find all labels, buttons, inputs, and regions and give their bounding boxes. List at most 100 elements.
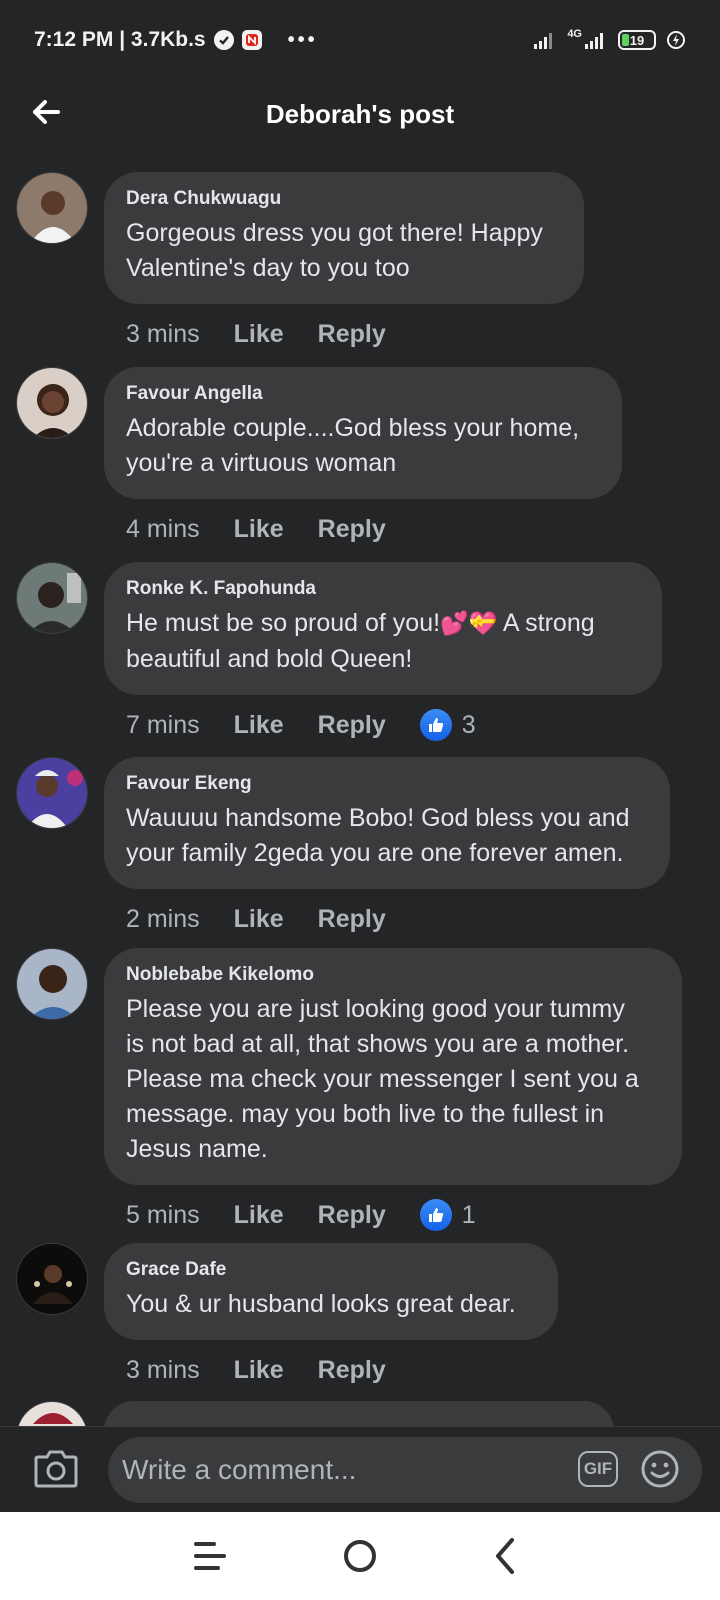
like-button[interactable]: Like bbox=[234, 320, 284, 349]
comment-body: Noblebabe Kikelomo Please you are just l… bbox=[104, 948, 682, 1243]
camera-button[interactable] bbox=[34, 1447, 78, 1489]
like-button[interactable]: Like bbox=[234, 905, 284, 934]
avatar[interactable] bbox=[16, 562, 88, 634]
comment-time[interactable]: 3 mins bbox=[126, 320, 200, 349]
comment-author[interactable]: Grace Dafe bbox=[126, 1259, 536, 1281]
camera-icon bbox=[34, 1450, 78, 1488]
signal-icon-2 bbox=[585, 33, 603, 49]
heart-emoji-icon: 💕💝 bbox=[440, 611, 498, 637]
comment-body: Favour Angella Adorable couple....God bl… bbox=[104, 367, 622, 562]
comment-bubble[interactable]: Grace Dafe You & ur husband looks great … bbox=[104, 1243, 558, 1340]
comment-author[interactable]: Noblebabe Kikelomo bbox=[126, 964, 660, 986]
reply-button[interactable]: Reply bbox=[318, 515, 386, 544]
comment-meta: 3 mins Like Reply bbox=[104, 304, 584, 364]
like-button[interactable]: Like bbox=[234, 1201, 284, 1230]
charging-icon bbox=[667, 31, 685, 49]
comment-bubble[interactable]: Noblebabe Kikelomo Please you are just l… bbox=[104, 948, 682, 1185]
like-button[interactable]: Like bbox=[234, 1356, 284, 1385]
home-button[interactable] bbox=[338, 1534, 382, 1578]
comment-bubble[interactable]: Favour Ekeng Wauuuu handsome Bobo! God b… bbox=[104, 757, 670, 889]
comment-time[interactable]: 5 mins bbox=[126, 1201, 200, 1230]
back-button[interactable] bbox=[22, 88, 70, 136]
menu-lines-icon bbox=[194, 1542, 226, 1570]
comment-author[interactable]: Favour Angella bbox=[126, 383, 600, 405]
status-right: 4G 19 bbox=[533, 28, 686, 50]
reaction-summary[interactable]: 3 bbox=[419, 709, 476, 741]
comment-text: He must be so proud of you!💕💝 A strong b… bbox=[126, 606, 640, 677]
avatar[interactable] bbox=[16, 757, 88, 829]
verified-check-icon bbox=[213, 30, 234, 50]
comment-item: Favour Ekeng Wauuuu handsome Bobo! God b… bbox=[0, 757, 720, 948]
comment-time[interactable]: 4 mins bbox=[126, 515, 200, 544]
comment-text-line: Wauuuu handsome Bobo! God bless you and bbox=[126, 804, 630, 832]
status-bar: 7:12 PM | 3.7Kb.s ••• 4G 19 bbox=[0, 0, 720, 80]
status-time: 7:12 PM | 3.7Kb.s bbox=[34, 28, 206, 51]
avatar[interactable] bbox=[16, 948, 88, 1020]
nav-back-button[interactable] bbox=[484, 1534, 528, 1578]
comment-text-line: message. may you both live to the fulles… bbox=[126, 1100, 605, 1128]
comment-meta: 7 mins Like Reply 3 bbox=[104, 695, 662, 755]
comment-body: Favour Ekeng Wauuuu handsome Bobo! God b… bbox=[104, 757, 670, 948]
avatar[interactable] bbox=[16, 1243, 88, 1315]
thumbs-up-icon bbox=[419, 709, 452, 741]
reply-button[interactable]: Reply bbox=[318, 1201, 386, 1230]
comment-text-line: you're a virtuous woman bbox=[126, 449, 397, 477]
comment-bubble[interactable]: Favour Angella Adorable couple....God bl… bbox=[104, 367, 622, 499]
chevron-left-icon bbox=[496, 1538, 514, 1574]
comment-item: Favour Angella Adorable couple....God bl… bbox=[0, 367, 720, 562]
comment-author[interactable]: Ronke K. Fapohunda bbox=[126, 578, 640, 600]
comment-item: Ronke K. Fapohunda He must be so proud o… bbox=[0, 562, 720, 757]
comment-text-line: is not bad at all, that shows you are a … bbox=[126, 1030, 630, 1058]
comment-text: Please you are just looking good your tu… bbox=[126, 992, 660, 1167]
comment-meta: 2 mins Like Reply bbox=[104, 889, 670, 949]
page-title: Deborah's post bbox=[265, 98, 455, 129]
comment-item: Dera Chukwuagu Gorgeous dress you got th… bbox=[0, 172, 720, 367]
comment-bubble[interactable]: Ronke K. Fapohunda He must be so proud o… bbox=[104, 562, 662, 695]
comment-text-line: your family 2geda you are one forever am… bbox=[126, 839, 624, 867]
system-nav-bar bbox=[0, 1512, 720, 1600]
gif-button[interactable]: GIF bbox=[578, 1451, 618, 1487]
reply-button[interactable]: Reply bbox=[318, 711, 386, 740]
comment-text-line: He must be so proud of you!💕💝 A strong bbox=[126, 606, 640, 642]
more-notifications-icon: ••• bbox=[287, 28, 318, 51]
comment-meta: 4 mins Like Reply bbox=[104, 499, 622, 559]
avatar[interactable] bbox=[16, 367, 88, 439]
comment-text: Adorable couple....God bless your home, … bbox=[126, 411, 600, 481]
comment-text-line: Please ma check your messenger I sent yo… bbox=[126, 1065, 639, 1093]
like-button[interactable]: Like bbox=[234, 711, 284, 740]
battery-icon: 19 bbox=[618, 30, 656, 50]
reaction-count: 3 bbox=[461, 710, 476, 739]
comment-text-line: Jesus name. bbox=[126, 1135, 268, 1163]
comment-time[interactable]: 3 mins bbox=[126, 1356, 200, 1385]
reply-button[interactable]: Reply bbox=[318, 320, 386, 349]
signal-icon bbox=[534, 33, 553, 49]
reply-button[interactable]: Reply bbox=[318, 905, 386, 934]
comment-text-segment: He must be so proud of you! bbox=[126, 609, 441, 637]
comment-body: Grace Dafe You & ur husband looks great … bbox=[104, 1243, 558, 1401]
comment-text-line: You & ur husband looks great dear. bbox=[126, 1290, 516, 1318]
comment-bubble[interactable] bbox=[104, 1401, 614, 1426]
comments-list[interactable]: Dera Chukwuagu Gorgeous dress you got th… bbox=[0, 172, 720, 1426]
reaction-summary[interactable]: 1 bbox=[419, 1199, 476, 1231]
comment-time[interactable]: 7 mins bbox=[126, 711, 200, 740]
emoji-button[interactable] bbox=[640, 1449, 680, 1489]
comment-composer: GIF bbox=[0, 1426, 720, 1512]
avatar[interactable] bbox=[16, 1401, 88, 1426]
comment-text-line: beautiful and bold Queen! bbox=[126, 645, 413, 673]
comment-text: Wauuuu handsome Bobo! God bless you and … bbox=[126, 801, 648, 871]
comment-author[interactable]: Favour Ekeng bbox=[126, 773, 648, 795]
comment-body: Ronke K. Fapohunda He must be so proud o… bbox=[104, 562, 662, 757]
comment-text: Gorgeous dress you got there! Happy Vale… bbox=[126, 216, 562, 286]
avatar[interactable] bbox=[16, 172, 88, 244]
comment-bubble[interactable]: Dera Chukwuagu Gorgeous dress you got th… bbox=[104, 172, 584, 304]
comment-item: Noblebabe Kikelomo Please you are just l… bbox=[0, 948, 720, 1243]
recents-button[interactable] bbox=[188, 1534, 232, 1578]
comment-author[interactable]: Dera Chukwuagu bbox=[126, 188, 562, 210]
comment-text: You & ur husband looks great dear. bbox=[126, 1287, 536, 1322]
reply-button[interactable]: Reply bbox=[318, 1356, 386, 1385]
comment-time[interactable]: 2 mins bbox=[126, 905, 200, 934]
comment-text-segment: A strong bbox=[497, 609, 595, 637]
comment-text-line: Valentine's day to you too bbox=[126, 254, 410, 282]
page-header: Deborah's post bbox=[0, 80, 720, 148]
like-button[interactable]: Like bbox=[234, 515, 284, 544]
